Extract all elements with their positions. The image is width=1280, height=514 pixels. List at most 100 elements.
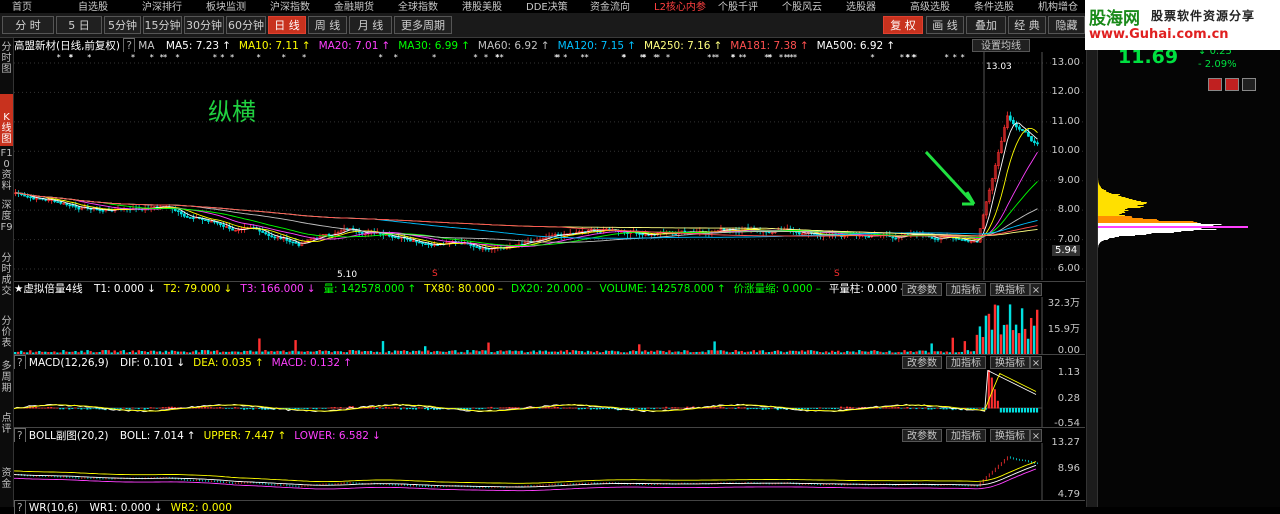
help-icon[interactable]: ? <box>14 428 26 442</box>
macd-bar <box>424 408 426 409</box>
flag-icon-2[interactable] <box>1225 78 1239 91</box>
panel-button[interactable]: 加指标 <box>946 429 986 442</box>
left-tab[interactable]: 分价表 <box>0 316 13 358</box>
candlestick-chart[interactable]: ****************************************… <box>14 52 1085 280</box>
toolbar-right-button[interactable]: 画 线 <box>926 16 964 34</box>
panel-button[interactable]: 换指标 <box>990 429 1030 442</box>
volume-bar <box>994 305 996 354</box>
signal-marker: * <box>150 53 154 62</box>
top-menu-item[interactable]: 机构增仓 <box>1038 0 1078 11</box>
period-button[interactable]: 15分钟 <box>143 16 182 34</box>
period-button[interactable]: 更多周期 <box>394 16 452 34</box>
panel-button[interactable]: 换指标 <box>990 283 1030 296</box>
signal-marker: * <box>666 53 670 62</box>
toolbar-right-button[interactable]: 经 典 <box>1008 16 1046 34</box>
macd-bar <box>385 407 387 409</box>
profile-bar <box>1098 219 1157 220</box>
left-tab[interactable]: 资金 <box>0 468 13 510</box>
signal-marker: * <box>220 53 224 62</box>
left-tab[interactable]: F10资料 <box>0 148 13 190</box>
macd-bar <box>765 408 767 409</box>
period-button[interactable]: 5分钟 <box>104 16 141 34</box>
macd-bar <box>1036 408 1038 413</box>
candle-body <box>23 195 25 196</box>
signal-marker: * <box>953 53 957 62</box>
top-menu-item[interactable]: 沪深排行 <box>142 0 182 11</box>
period-button[interactable]: 月 线 <box>349 16 392 34</box>
macd-bar <box>120 408 122 409</box>
help-icon[interactable]: ? <box>123 38 135 52</box>
top-menu-item[interactable]: L2核心内参 <box>654 0 706 11</box>
list-icon[interactable] <box>1242 78 1256 91</box>
top-menu-item[interactable]: 港股美股 <box>462 0 502 11</box>
left-tab[interactable]: 点评 <box>0 413 13 455</box>
top-menu-item[interactable]: 金融期货 <box>334 0 374 11</box>
volume-bar <box>976 335 978 354</box>
macd-bar <box>825 408 827 409</box>
candle-body <box>265 233 267 234</box>
panel-button[interactable]: 加指标 <box>946 283 986 296</box>
toolbar-right-button[interactable]: 隐藏 <box>1048 16 1085 34</box>
trend-arrow: ↑ <box>302 40 311 52</box>
top-menu-item[interactable]: DDE决策 <box>526 0 568 11</box>
top-menu-item[interactable]: 条件选股 <box>974 0 1014 11</box>
top-menu-item[interactable]: 资金流向 <box>590 0 630 11</box>
period-button[interactable]: 30分钟 <box>184 16 224 34</box>
panel-button[interactable]: 改参数 <box>902 283 942 296</box>
panel-button[interactable]: 加指标 <box>946 356 986 369</box>
top-menu-item[interactable]: 自选股 <box>78 0 108 11</box>
period-button[interactable]: 5 日 <box>56 16 102 34</box>
volume-bar <box>638 344 640 354</box>
macd-bar <box>930 408 932 409</box>
set-ma-button[interactable]: 设置均线 <box>972 39 1030 52</box>
toolbar-right-button[interactable]: 叠加 <box>966 16 1006 34</box>
volume-bar <box>991 330 993 354</box>
macd-bar <box>710 407 712 408</box>
macd-bar <box>756 408 758 409</box>
panel-button[interactable]: 换指标 <box>990 356 1030 369</box>
left-tab[interactable]: 分时成交 <box>0 253 13 295</box>
y-tick-label: 13.00 <box>1040 57 1080 68</box>
boll-chart[interactable] <box>14 443 1085 500</box>
top-menu-item[interactable]: 个股千评 <box>718 0 758 11</box>
top-menu-item[interactable]: 板块监测 <box>206 0 246 11</box>
period-button[interactable]: 60分钟 <box>226 16 266 34</box>
macd-bar <box>635 408 637 409</box>
macd-bar <box>430 408 432 409</box>
period-button[interactable]: 日 线 <box>268 16 306 34</box>
left-tab[interactable]: 多周期 <box>0 361 13 403</box>
macd-bar <box>255 408 257 409</box>
indicator-value: MA30: 6.99 <box>398 40 458 52</box>
macd-bar <box>593 408 595 409</box>
volume-y-axis: 32.3万15.9万0.00 <box>1040 297 1085 354</box>
macd-bar <box>382 408 384 409</box>
profile-bar <box>1098 230 1194 231</box>
left-tab[interactable]: 分时图 <box>0 42 13 84</box>
macd-bar <box>403 408 405 409</box>
top-menu-item[interactable]: 高级选股 <box>910 0 950 11</box>
panel-button[interactable]: 改参数 <box>902 429 942 442</box>
macd-chart[interactable] <box>14 370 1085 427</box>
signal-marker: * <box>213 53 217 62</box>
volume-chart[interactable] <box>14 297 1085 354</box>
toolbar-right-button[interactable]: 复 权 <box>883 16 923 34</box>
left-tab[interactable]: 深度F9 <box>0 200 13 242</box>
period-button[interactable]: 分 时 <box>2 16 54 34</box>
top-menu-item[interactable]: 首页 <box>12 0 32 11</box>
vertical-divider[interactable] <box>1086 38 1097 507</box>
top-menu-item[interactable]: 沪深指数 <box>270 0 310 11</box>
flag-icon[interactable] <box>1208 78 1222 91</box>
panel-button[interactable]: 改参数 <box>902 356 942 369</box>
y-tick-label: 0.28 <box>1040 393 1080 404</box>
top-menu-item[interactable]: 全球指数 <box>398 0 438 11</box>
top-menu-item[interactable]: 个股风云 <box>782 0 822 11</box>
period-button[interactable]: 周 线 <box>308 16 347 34</box>
help-icon[interactable]: ? <box>14 500 26 514</box>
candle-body <box>1018 127 1020 129</box>
macd-bar <box>575 408 577 409</box>
help-icon[interactable]: ? <box>14 355 26 369</box>
macd-bar <box>219 407 221 408</box>
top-menu-item[interactable]: 选股器 <box>846 0 876 11</box>
left-tab[interactable]: K线图 <box>0 94 13 146</box>
macd-bar <box>77 408 79 409</box>
